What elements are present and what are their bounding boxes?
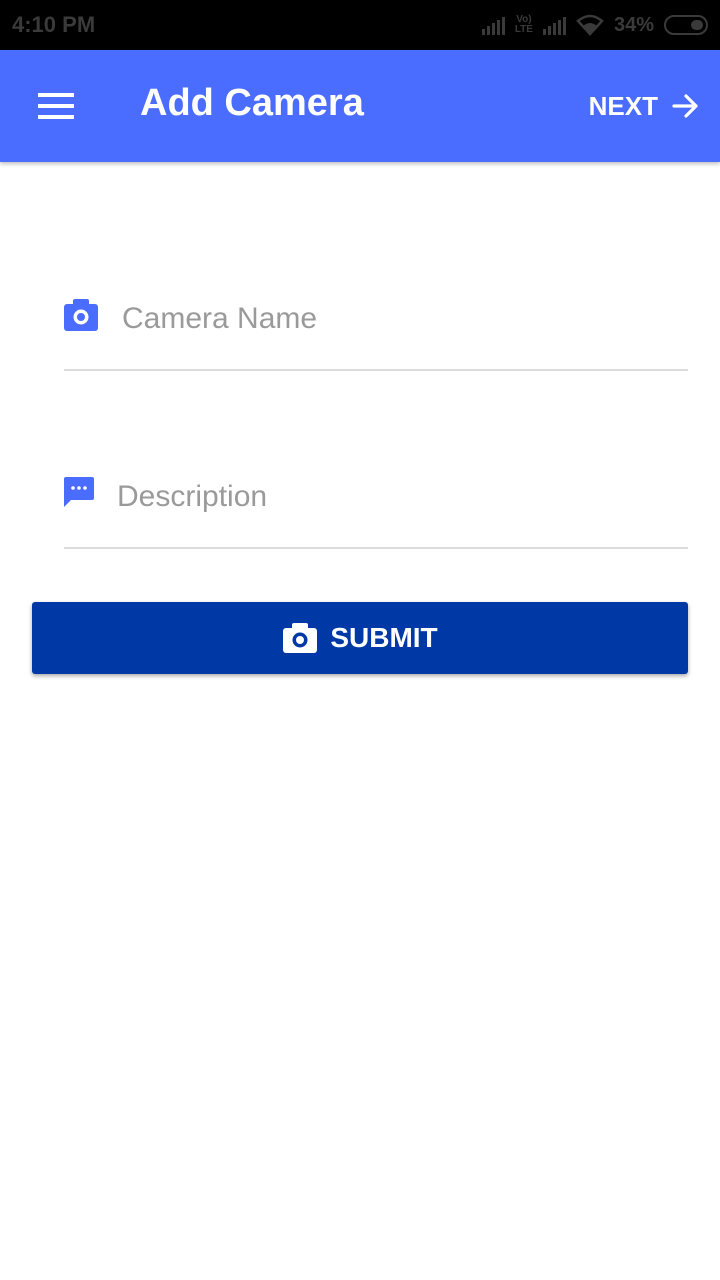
- battery-icon: [664, 15, 708, 35]
- menu-icon-bar: [38, 93, 74, 97]
- app-bar: Add Camera NEXT: [0, 50, 720, 162]
- camera-icon: [64, 299, 98, 331]
- menu-icon-bar: [38, 115, 74, 119]
- signal-icon: [481, 15, 505, 35]
- status-time: 4:10 PM: [12, 12, 96, 37]
- menu-icon-bar: [38, 104, 74, 108]
- submit-button[interactable]: SUBMIT: [32, 602, 688, 674]
- next-button[interactable]: NEXT: [589, 84, 700, 128]
- message-icon: [64, 477, 94, 507]
- menu-button[interactable]: [28, 86, 84, 126]
- page-title: Add Camera: [140, 82, 364, 124]
- volte-indicator: Vo) LTE: [515, 15, 533, 35]
- status-bar: 4:10 PM Vo) LTE 34%: [0, 0, 720, 50]
- description-field: [64, 469, 688, 549]
- submit-label: SUBMIT: [330, 622, 438, 653]
- description-input[interactable]: [117, 469, 688, 525]
- camera-icon: [283, 623, 318, 653]
- battery-level: [691, 20, 703, 30]
- lte-label: LTE: [514, 24, 533, 35]
- battery-percent: 34%: [613, 13, 654, 36]
- camera-name-field: [64, 291, 688, 371]
- status-icons: Vo) LTE 34%: [481, 10, 708, 40]
- next-label: NEXT: [588, 90, 658, 121]
- signal-icon-secondary: [542, 15, 566, 35]
- wifi-icon: [576, 14, 604, 36]
- arrow-right-icon: [672, 94, 698, 118]
- camera-name-input[interactable]: [122, 291, 688, 347]
